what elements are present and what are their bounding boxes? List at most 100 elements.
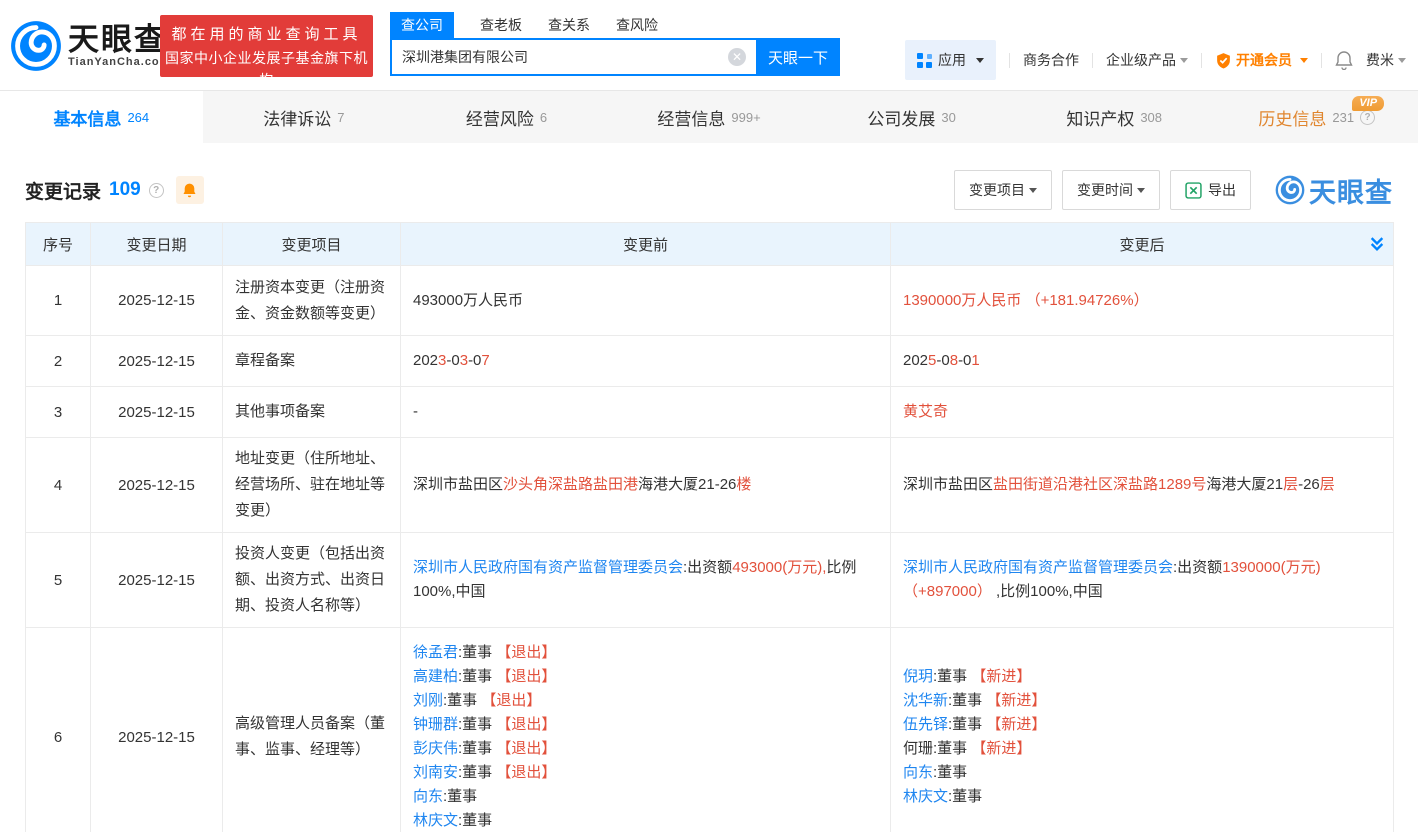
change-date: 2025-12-15 — [90, 437, 223, 533]
help-icon[interactable]: ? — [148, 182, 164, 198]
entity-link[interactable]: 高建柏 — [413, 668, 458, 685]
chevron-down-icon — [1137, 187, 1145, 193]
apps-menu-button[interactable]: 应用 — [905, 40, 996, 80]
entity-link[interactable]: 林庆文 — [903, 788, 948, 805]
search-tab-boss[interactable]: 查老板 — [480, 12, 522, 38]
plain-text: 493000万人民币 — [413, 291, 524, 309]
help-icon[interactable]: ? — [1360, 109, 1376, 125]
plain-text: :董事 — [458, 740, 497, 757]
watermark-text: 天眼查 — [1309, 177, 1393, 208]
entity-link[interactable]: 倪玥 — [903, 668, 933, 685]
change-date: 2025-12-15 — [90, 627, 223, 832]
tab-operation-risk[interactable]: 经营风险 6 — [405, 91, 608, 143]
change-record-table: 序号 变更日期 变更项目 变更前 变更后 1 2025-12-15 注册资本变更（注… — [25, 222, 1394, 832]
search-button[interactable]: 天眼一下 — [756, 38, 840, 76]
after-line: 倪玥:董事 【新进】 — [903, 665, 1381, 689]
nav-enterprise-products[interactable]: 企业级产品 — [1106, 50, 1188, 70]
tab-company-development[interactable]: 公司发展 30 — [810, 91, 1013, 143]
table-row: 3 2025-12-15 其他事项备案 - 黄艾奇 — [25, 386, 1394, 438]
open-vip-button[interactable]: 开通会员 — [1215, 50, 1308, 70]
site-header: 天眼查 TianYanCha.com 都在用的商业查询工具 国家中小企业发展子基… — [0, 10, 1418, 90]
tab-history-info[interactable]: VIP 历史信息 231 ? — [1215, 91, 1418, 143]
highlighted-text: 黄艾奇 — [903, 403, 949, 420]
before-line: 高建柏:董事 【退出】 — [413, 665, 878, 689]
plain-text: 202 — [903, 352, 929, 369]
before-line: - — [413, 400, 878, 424]
tab-intellectual-property[interactable]: 知识产权 308 — [1013, 91, 1216, 143]
plain-text: -26 — [1298, 476, 1320, 493]
before-line: 钟珊群:董事 【退出】 — [413, 713, 878, 737]
search-tab-risk[interactable]: 查风险 — [616, 12, 658, 38]
before-line: 2023-03-07 — [413, 349, 878, 373]
chevron-down-icon — [1029, 187, 1037, 193]
entity-link[interactable]: 深圳市人民政府国有资产监督管理委员会 — [413, 559, 683, 576]
search-input-wrap: ✕ — [390, 38, 756, 76]
highlighted-text: 层 — [1319, 476, 1335, 493]
highlighted-text: 【退出】 — [496, 716, 557, 733]
after-line: 深圳市人民政府国有资产监督管理委员会:出资额1390000(万元)（+89700… — [903, 556, 1381, 604]
monitor-bell-button[interactable] — [175, 176, 204, 204]
clear-search-icon[interactable]: ✕ — [728, 48, 746, 66]
filter-change-time-button[interactable]: 变更时间 — [1062, 170, 1160, 210]
after-line: 2025-08-01 — [903, 349, 1381, 373]
tianyancha-logo[interactable]: 天眼查 TianYanCha.com — [10, 20, 170, 72]
change-item: 地址变更（住所地址、经营场所、驻在地址等变更） — [222, 437, 401, 533]
divider — [1009, 52, 1010, 68]
search-tab-relation[interactable]: 查关系 — [548, 12, 590, 38]
before-line: 彭庆伟:董事 【退出】 — [413, 737, 878, 761]
filter-change-item-button[interactable]: 变更项目 — [954, 170, 1052, 210]
apps-grid-icon — [917, 52, 932, 68]
bell-icon — [183, 183, 196, 198]
notification-bell-icon[interactable] — [1335, 50, 1353, 70]
plain-text: 海港大厦21 — [1206, 476, 1284, 493]
highlighted-text: 【新进】 — [971, 740, 1032, 757]
before-cell: 2023-03-07 — [400, 335, 891, 387]
entity-link[interactable]: 沈华新 — [903, 692, 948, 709]
highlighted-text: 盐田街道沿港社区深盐路1289号 — [993, 476, 1207, 493]
entity-link[interactable]: 徐孟君 — [413, 644, 458, 661]
entity-link[interactable]: 刘南安 — [413, 764, 458, 781]
entity-link[interactable]: 向东 — [903, 764, 933, 781]
row-seq: 6 — [25, 627, 91, 832]
user-menu[interactable]: 费米 — [1366, 50, 1406, 70]
highlighted-text: 1390000万人民币 （+181.94726%） — [903, 291, 1149, 309]
before-cell: 493000万人民币 — [400, 265, 891, 336]
divider — [1092, 52, 1093, 68]
entity-link[interactable]: 林庆文 — [413, 812, 458, 829]
change-date: 2025-12-15 — [90, 335, 223, 387]
tab-basic-info[interactable]: 基本信息 264 — [0, 91, 203, 143]
promo-line2: 国家中小企业发展子基金旗下机构 — [165, 50, 368, 88]
col-before: 变更前 — [400, 222, 891, 266]
row-seq: 3 — [25, 386, 91, 438]
highlighted-text: 【新进】 — [986, 692, 1047, 709]
plain-text: 海港大厦21-26 — [638, 476, 737, 493]
entity-link[interactable]: 刘刚 — [413, 692, 443, 709]
entity-link[interactable]: 彭庆伟 — [413, 740, 458, 757]
entity-link[interactable]: 伍先铎 — [903, 716, 948, 733]
entity-link[interactable]: 深圳市人民政府国有资产监督管理委员会 — [903, 559, 1173, 576]
table-row: 5 2025-12-15 投资人变更（包括出资额、出资方式、出资日期、投资人名称等）… — [25, 532, 1394, 628]
change-item: 其他事项备案 — [222, 386, 401, 438]
tab-legal-litigation[interactable]: 法律诉讼 7 — [203, 91, 406, 143]
tab-operation-info[interactable]: 经营信息 999+ — [608, 91, 811, 143]
before-line: 深圳市盐田区沙头角深盐路盐田港海港大厦21-26楼 — [413, 473, 878, 497]
collapse-double-chevron-icon[interactable] — [1369, 236, 1385, 252]
highlighted-text: 【退出】 — [496, 740, 557, 757]
row-seq: 2 — [25, 335, 91, 387]
section-count: 109 — [109, 179, 141, 200]
highlighted-text: 7 — [481, 352, 490, 369]
entity-link[interactable]: 向东 — [413, 788, 443, 805]
highlighted-text: 3 — [459, 352, 469, 369]
entity-link[interactable]: 钟珊群 — [413, 716, 458, 733]
search-module: 查公司 查老板 查关系 查风险 ✕ 天眼一下 — [390, 12, 840, 76]
export-button[interactable]: 导出 — [1170, 170, 1251, 210]
after-line: 沈华新:董事 【新进】 — [903, 689, 1381, 713]
page: 天眼查 TianYanCha.com 都在用的商业查询工具 国家中小企业发展子基… — [0, 0, 1418, 832]
highlighted-text: 【退出】 — [496, 668, 557, 685]
after-line: 深圳市盐田区盐田街道沿港社区深盐路1289号海港大厦21层-26层 — [903, 473, 1381, 497]
highlighted-text: 楼 — [736, 476, 752, 493]
search-input[interactable] — [402, 49, 728, 65]
search-tab-company[interactable]: 查公司 — [390, 12, 454, 38]
watermark-swirl-icon — [1275, 175, 1305, 205]
nav-cooperation[interactable]: 商务合作 — [1023, 50, 1079, 70]
